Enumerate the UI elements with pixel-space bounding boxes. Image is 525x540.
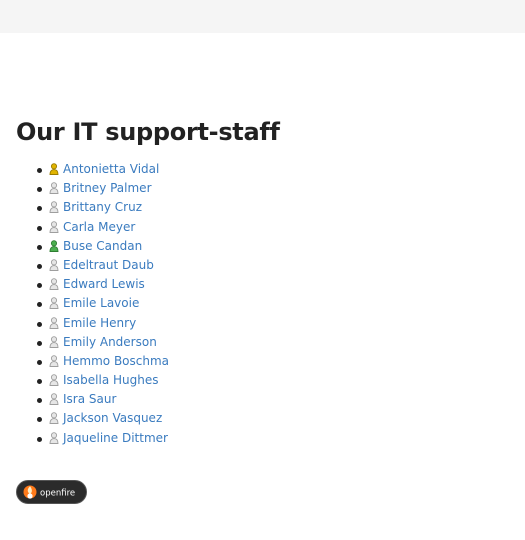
openfire-logo[interactable]: openfire	[16, 480, 87, 504]
staff-list-item: Isra Saur	[0, 390, 169, 409]
staff-name-link[interactable]: Isra Saur	[63, 392, 116, 406]
staff-name-link[interactable]: Emily Anderson	[63, 335, 157, 349]
staff-name-link[interactable]: Buse Candan	[63, 239, 142, 253]
user-status-icon	[49, 278, 59, 291]
staff-name-link[interactable]: Brittany Cruz	[63, 200, 142, 214]
user-status-icon	[49, 182, 59, 195]
openfire-flame-icon	[23, 485, 37, 499]
user-status-icon	[49, 297, 59, 310]
staff-list-item: Carla Meyer	[0, 218, 169, 237]
staff-list-item: Brittany Cruz	[0, 198, 169, 217]
user-status-icon	[49, 355, 59, 367]
staff-name-link[interactable]: Emile Lavoie	[63, 296, 139, 310]
user-status-icon	[49, 431, 59, 444]
staff-list-item: Emile Henry	[0, 314, 169, 333]
user-status-icon	[49, 393, 59, 406]
staff-list-item: Jackson Vasquez	[0, 409, 169, 428]
staff-name-link[interactable]: Edeltraut Daub	[63, 258, 154, 272]
staff-list: Antonietta Vidal Britney Palmer Brittany C…	[0, 160, 169, 448]
user-status-icon	[49, 201, 59, 214]
page-title: Our IT support-staff	[16, 118, 280, 146]
staff-list-item: Emile Lavoie	[0, 294, 169, 313]
staff-list-item: Jaqueline Dittmer	[0, 429, 169, 448]
user-status-icon	[49, 259, 59, 271]
staff-name-link[interactable]: Britney Palmer	[63, 181, 152, 195]
user-status-icon	[49, 163, 59, 175]
staff-name-link[interactable]: Antonietta Vidal	[63, 162, 159, 176]
staff-name-link[interactable]: Jackson Vasquez	[63, 411, 162, 425]
staff-list-item: Buse Candan	[0, 237, 169, 256]
staff-name-link[interactable]: Carla Meyer	[63, 220, 135, 234]
staff-name-link[interactable]: Isabella Hughes	[63, 373, 158, 387]
user-status-icon	[49, 316, 59, 329]
staff-list-item: Edward Lewis	[0, 275, 169, 294]
user-status-icon	[49, 240, 59, 252]
user-status-icon	[49, 335, 59, 348]
staff-list-item: Hemmo Boschma	[0, 352, 169, 371]
user-status-icon	[49, 374, 59, 387]
staff-name-link[interactable]: Hemmo Boschma	[63, 354, 169, 368]
staff-list-item: Antonietta Vidal	[0, 160, 169, 179]
staff-name-link[interactable]: Emile Henry	[63, 316, 136, 330]
logo-wordmark: openfire	[40, 489, 75, 499]
staff-list-item: Emily Anderson	[0, 333, 169, 352]
staff-name-link[interactable]: Jaqueline Dittmer	[63, 431, 168, 445]
top-bar	[0, 0, 525, 33]
user-status-icon	[49, 412, 59, 425]
staff-name-link[interactable]: Edward Lewis	[63, 277, 145, 291]
staff-list-item: Isabella Hughes	[0, 371, 169, 390]
user-status-icon	[49, 220, 59, 233]
staff-list-item: Britney Palmer	[0, 179, 169, 198]
staff-list-item: Edeltraut Daub	[0, 256, 169, 275]
